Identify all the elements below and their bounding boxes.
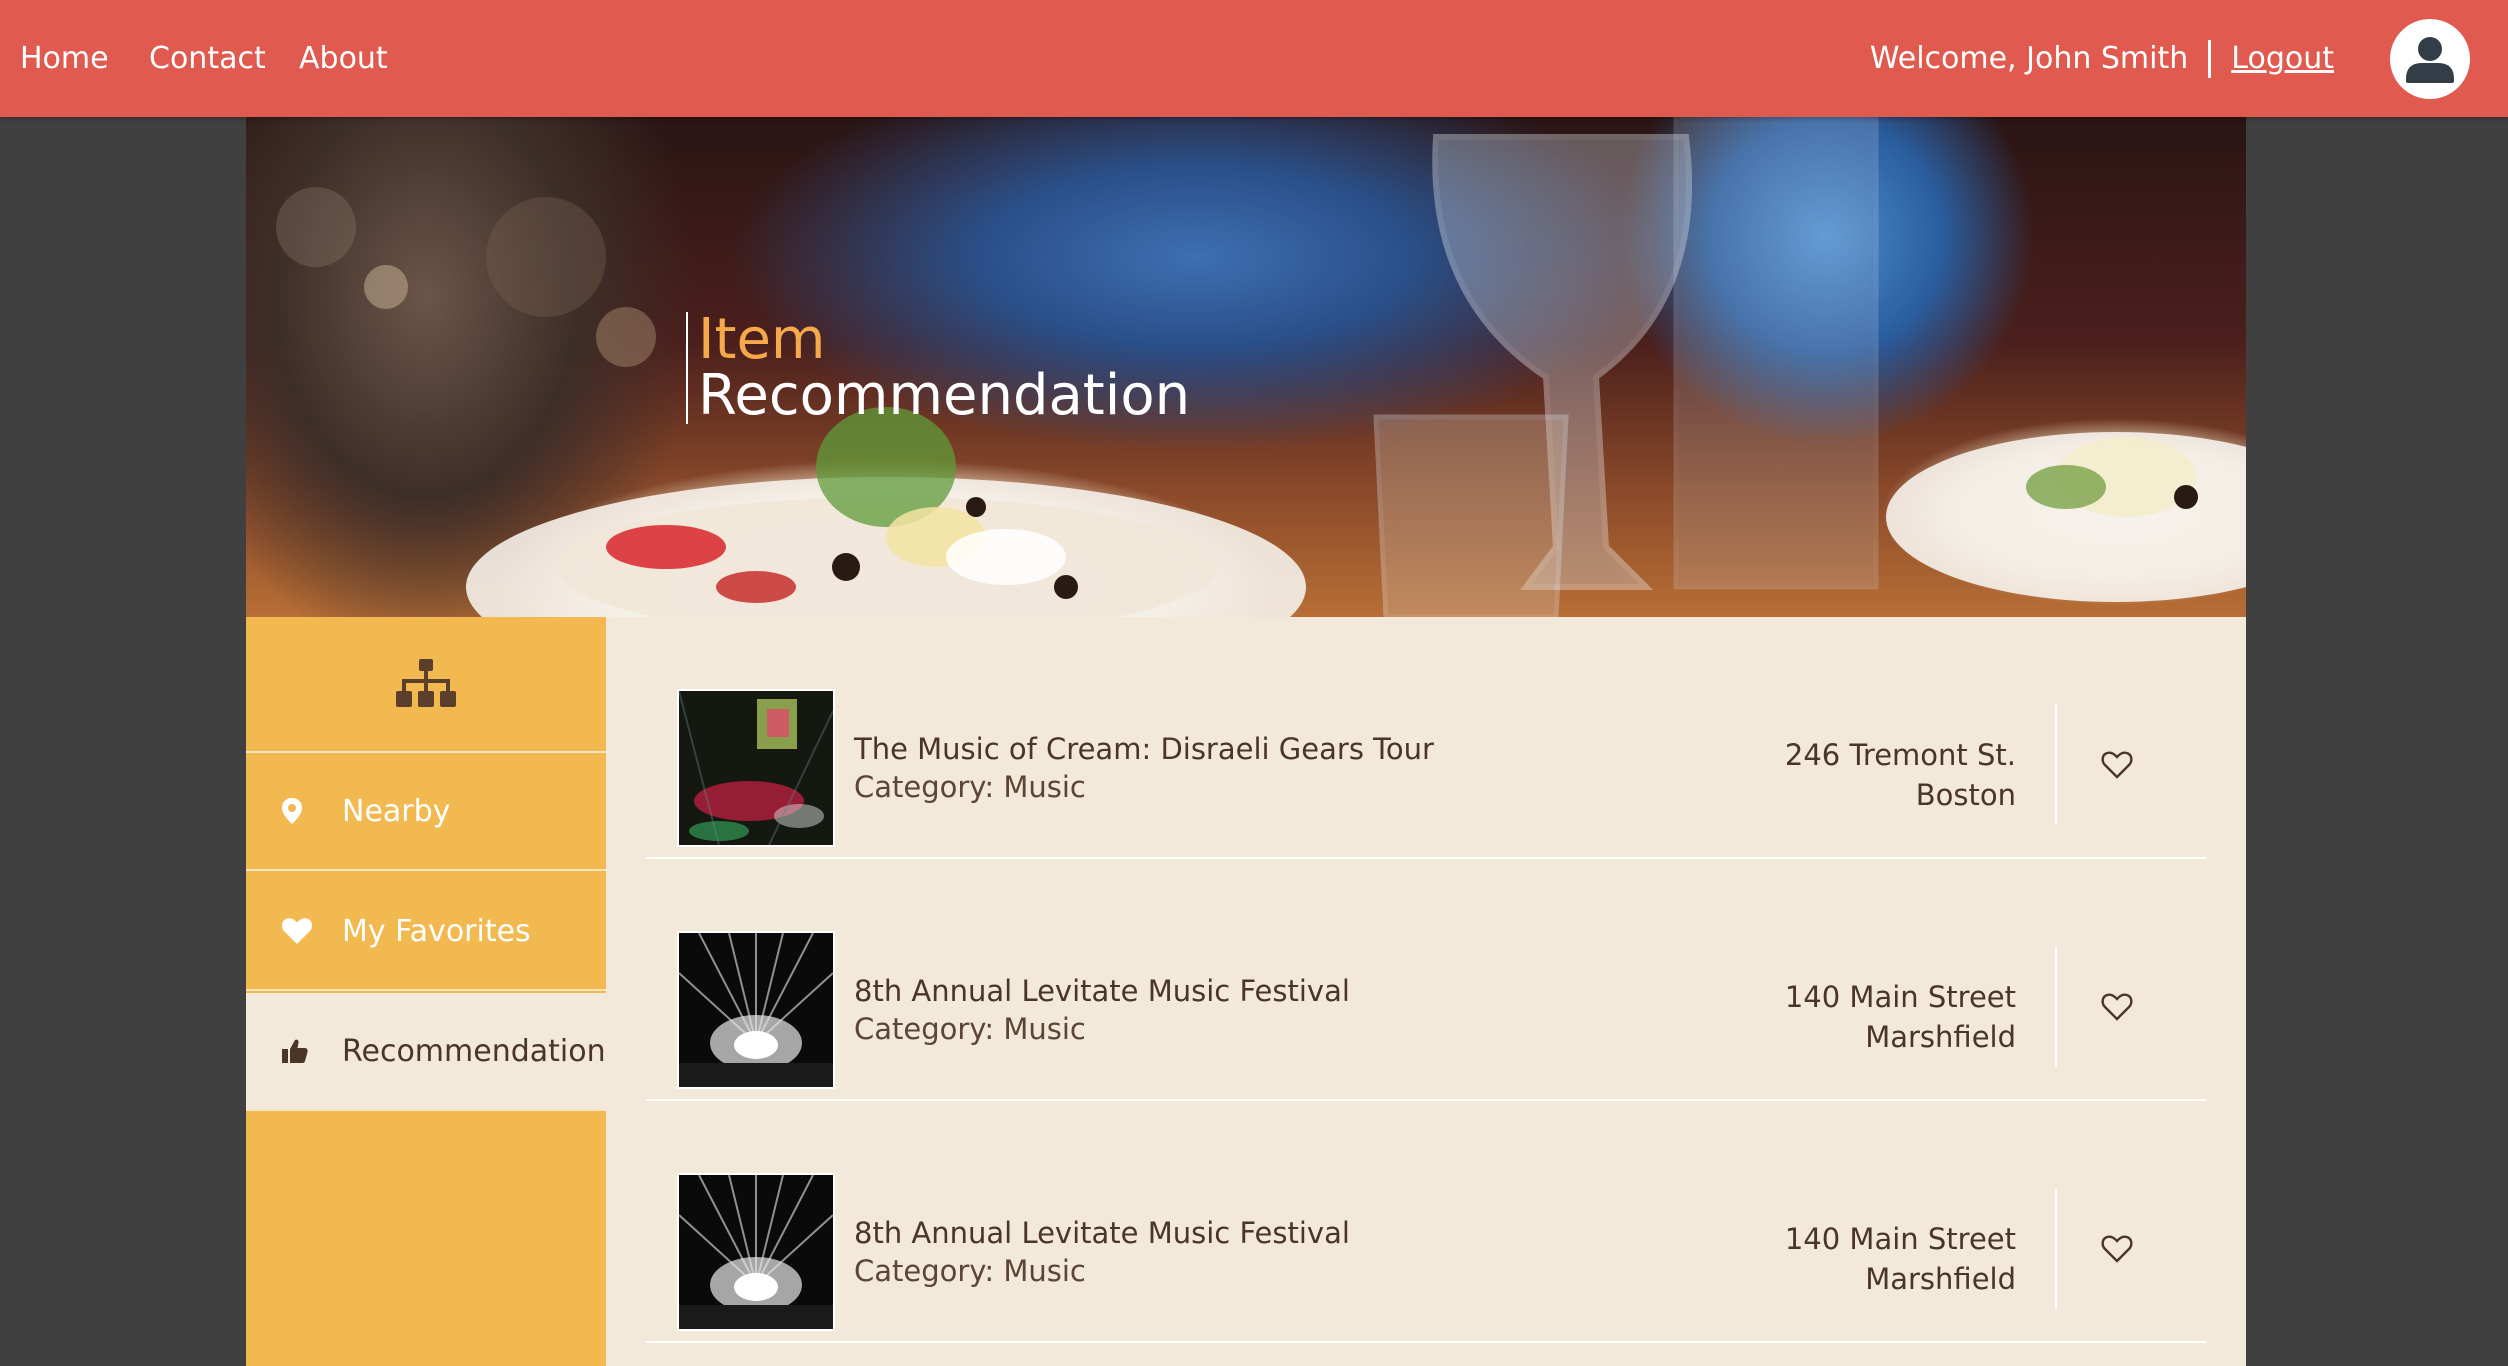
- avatar[interactable]: [2390, 19, 2470, 99]
- item-address: 246 Tremont St. Boston: [1785, 735, 2016, 815]
- item-title[interactable]: The Music of Cream: Disraeli Gears Tour: [854, 732, 1434, 766]
- hero-title: Item Recommendation: [686, 312, 1190, 424]
- user-icon: [2406, 37, 2454, 83]
- sidebar-item-label: Recommendation: [342, 1033, 606, 1069]
- item-address: 140 Main Street Marshfield: [1785, 1219, 2016, 1299]
- sidebar-item-my-favorites[interactable]: My Favorites: [246, 873, 606, 991]
- item-divider: [2055, 1189, 2057, 1309]
- item-category: Category: Music: [854, 1254, 1086, 1288]
- sidebar-item-label: Nearby: [342, 793, 451, 829]
- item-address-line1: 140 Main Street: [1784, 1222, 2016, 1256]
- sidebar: Nearby My Favorites Recommendation: [246, 617, 606, 1366]
- hero-image: [276, 117, 2246, 617]
- user-area: Welcome, John Smith Logout: [1870, 38, 2334, 80]
- favorite-heart-icon[interactable]: [2101, 749, 2133, 781]
- item-title[interactable]: 8th Annual Levitate Music Festival: [854, 1216, 1350, 1250]
- item-category: Category: Music: [854, 1012, 1086, 1046]
- top-nav: Home Contact About Welcome, John Smith L…: [0, 0, 2508, 117]
- list-item[interactable]: 8th Annual Levitate Music Festival Categ…: [646, 859, 2206, 1101]
- sidebar-item-recommendation[interactable]: Recommendation: [246, 993, 606, 1111]
- item-divider: [2055, 947, 2057, 1067]
- item-thumbnail: [677, 689, 835, 847]
- item-category: Category: Music: [854, 770, 1086, 804]
- favorite-heart-icon[interactable]: [2101, 1233, 2133, 1265]
- hero-title-line1: Item: [698, 307, 826, 372]
- item-address: 140 Main Street Marshfield: [1785, 977, 2016, 1057]
- heart-icon: [282, 918, 312, 944]
- hero-banner: Item Recommendation: [246, 117, 2246, 617]
- welcome-text: Welcome, John Smith: [1869, 41, 2189, 76]
- favorite-heart-icon[interactable]: [2101, 991, 2133, 1023]
- item-address-line2: Boston: [1915, 778, 2016, 812]
- map-pin-icon: [282, 798, 302, 824]
- list-item[interactable]: The Music of Cream: Disraeli Gears Tour …: [646, 617, 2206, 859]
- item-address-line1: 140 Main Street: [1784, 980, 2016, 1014]
- logout-link[interactable]: Logout: [2231, 38, 2334, 80]
- thumbs-up-icon: [282, 1039, 308, 1063]
- sitemap-icon: [396, 659, 456, 707]
- list-item[interactable]: 8th Annual Levitate Music Festival Categ…: [646, 1101, 2206, 1343]
- nav-divider: [2208, 40, 2212, 78]
- sidebar-item-label: My Favorites: [342, 913, 531, 949]
- item-thumbnail: [677, 1173, 835, 1331]
- nav-contact-link[interactable]: Contact: [149, 38, 266, 80]
- item-address-line2: Marshfield: [1865, 1020, 2016, 1054]
- item-thumbnail: [677, 931, 835, 1089]
- item-title[interactable]: 8th Annual Levitate Music Festival: [854, 974, 1350, 1008]
- nav-about-link[interactable]: About: [299, 38, 388, 80]
- nav-home-link[interactable]: Home: [20, 38, 109, 80]
- item-address-line1: 246 Tremont St.: [1784, 738, 2016, 772]
- hero-title-line2: Recommendation: [698, 363, 1191, 428]
- sidebar-header: [246, 617, 606, 753]
- item-divider: [2055, 705, 2057, 825]
- sidebar-item-nearby[interactable]: Nearby: [246, 753, 606, 871]
- item-address-line2: Marshfield: [1865, 1262, 2016, 1296]
- main-container: Item Recommendation Nearby My Favorites …: [246, 117, 2246, 1366]
